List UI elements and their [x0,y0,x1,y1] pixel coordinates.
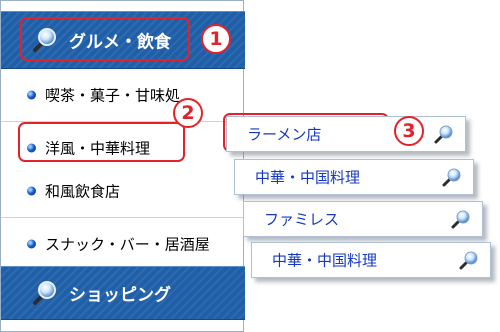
submenu-item-label: 中華・中国料理 [255,168,361,187]
menu-item-label: スナック・バー・居酒屋 [45,235,210,254]
menu-item-label: 和風飲食店 [45,182,121,201]
step-2-callout: 2 [173,98,203,128]
step-1-callout: 1 [201,24,231,54]
menu-item-japanese[interactable]: 和風飲食店 [1,165,243,218]
menu-item-snack-bar[interactable]: スナック・バー・居酒屋 [1,218,243,271]
menu-item-label: 洋風・中華料理 [45,139,151,158]
magnifier-icon [442,168,461,187]
submenu-item-chinese-1[interactable]: 中華・中国料理 [234,159,474,195]
submenu-item-family-restaurant[interactable]: ファミレス [243,201,483,237]
magnifier-icon [434,125,453,144]
submenu-item-label: ファミレス [264,210,340,229]
submenu-item-chinese-2[interactable]: 中華・中国料理 [251,242,491,278]
category-header-label: グルメ・飲食 [69,32,171,53]
bullet-icon [27,186,36,196]
bullet-icon [27,143,36,153]
menu-item-cafe-sweets[interactable]: 喫茶・菓子・甘味処 [1,69,243,122]
submenu-item-label: 中華・中国料理 [272,251,378,270]
magnifier-icon [451,210,470,229]
magnifier-icon [459,251,478,270]
magnifier-icon [33,281,56,305]
step-3-callout: 3 [394,116,424,146]
bullet-icon [27,90,36,100]
submenu-item-label: ラーメン店 [247,125,322,144]
submenu-item-ramen[interactable]: ラーメン店 [226,116,466,152]
category-header-shopping[interactable]: ショッピング [1,266,245,320]
bullet-icon [27,239,36,249]
category-header-label: ショッピング [69,285,171,306]
menu-item-label: 喫茶・菓子・甘味処 [45,86,181,105]
magnifier-icon [33,28,56,52]
